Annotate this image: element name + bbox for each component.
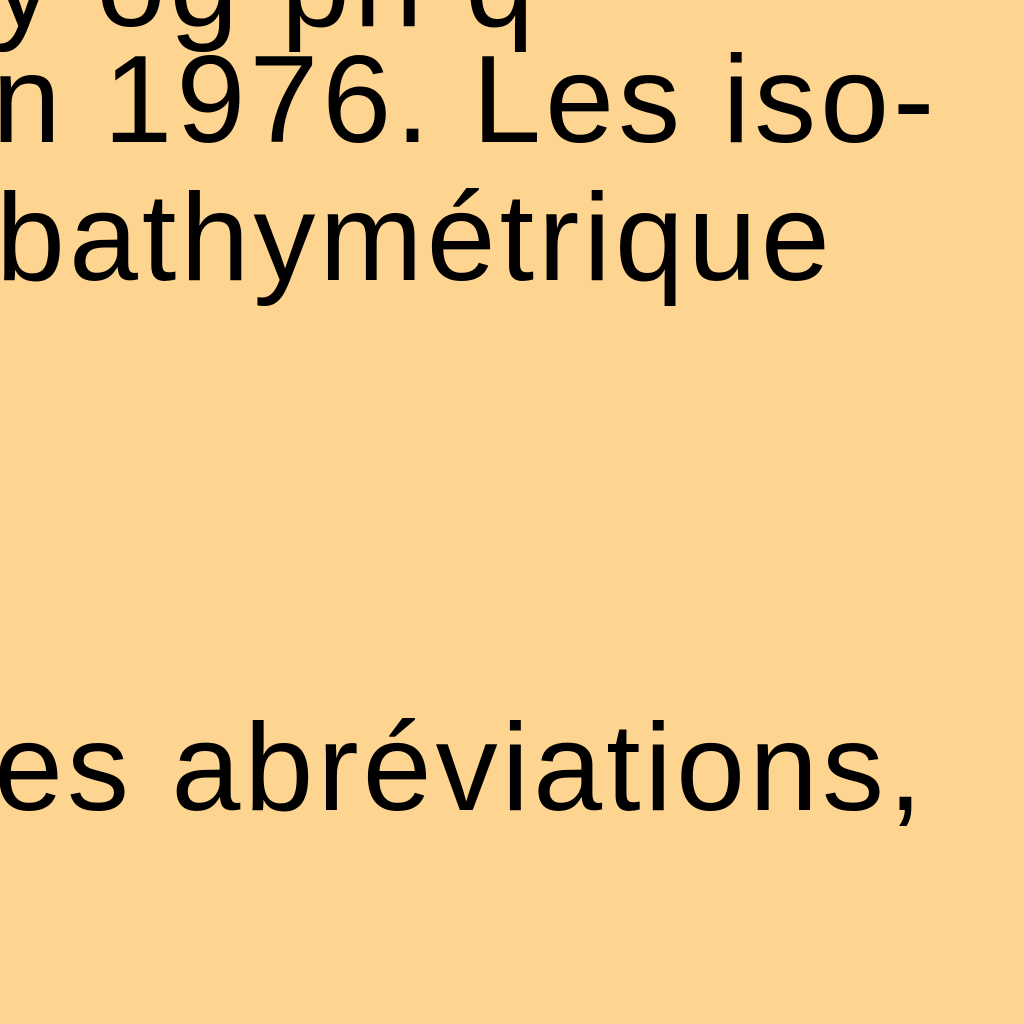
text-line: bathymétrique [0, 169, 834, 307]
document-page: y og ph q n 1976. Les iso- bathymétrique… [0, 0, 1024, 1024]
text-line: es abréviations, [0, 699, 927, 837]
text-line: n 1976. Les iso- [0, 31, 939, 169]
